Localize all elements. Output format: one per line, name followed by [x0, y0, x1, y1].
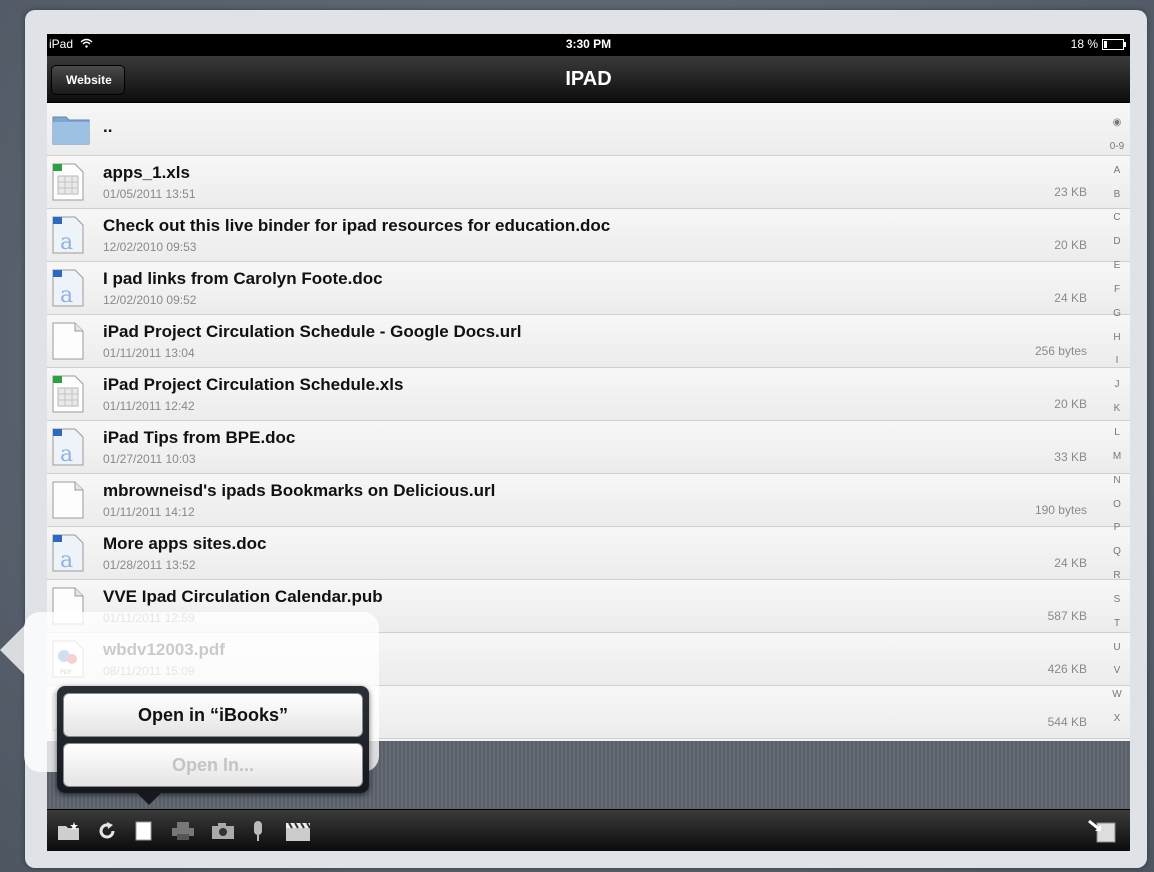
- file-size: 33 KB: [1054, 450, 1087, 464]
- file-size: 587 KB: [1047, 609, 1087, 623]
- page-title: IPAD: [565, 68, 612, 90]
- svg-text:a: a: [60, 283, 73, 307]
- index-letter[interactable]: E: [1104, 260, 1130, 271]
- file-date: 01/05/2011 13:51: [103, 187, 196, 201]
- clock: 3:30 PM: [565, 37, 612, 51]
- open-in-ibooks-button[interactable]: Open in “iBooks”: [63, 693, 363, 737]
- file-name: iPad Project Circulation Schedule - Goog…: [103, 322, 522, 341]
- index-letter[interactable]: O: [1104, 499, 1130, 510]
- index-letter[interactable]: V: [1104, 665, 1130, 676]
- index-letter[interactable]: S: [1104, 594, 1130, 605]
- index-letter[interactable]: U: [1104, 642, 1130, 653]
- file-name: apps_1.xls: [103, 163, 190, 182]
- file-row[interactable]: a iPad Tips from BPE.doc 01/27/2011 10:03 3…: [47, 421, 1130, 474]
- document-icon[interactable]: [135, 820, 153, 842]
- new-folder-icon[interactable]: [57, 820, 81, 842]
- file-name: iPad Project Circulation Schedule.xls: [103, 375, 404, 394]
- file-size: 190 bytes: [1034, 503, 1087, 517]
- index-letter[interactable]: X: [1104, 713, 1130, 724]
- file-row[interactable]: a I pad links from Carolyn Foote.doc 12/02…: [47, 262, 1130, 315]
- index-letter[interactable]: ◉: [1104, 117, 1130, 128]
- word-file-icon: a: [52, 269, 84, 308]
- index-letter[interactable]: I: [1104, 355, 1130, 366]
- battery-indicator: 18 %: [1070, 37, 1126, 51]
- file-size: 256 bytes: [1034, 344, 1087, 358]
- file-size: 20 KB: [1054, 238, 1087, 252]
- open-in-button[interactable]: Open In...: [63, 743, 363, 787]
- index-letter[interactable]: W: [1104, 689, 1130, 700]
- file-row[interactable]: a Check out this live binder for ipad res…: [47, 209, 1130, 262]
- refresh-icon[interactable]: [97, 820, 117, 842]
- file-name: More apps sites.doc: [103, 534, 267, 553]
- index-letter[interactable]: T: [1104, 618, 1130, 629]
- index-letter[interactable]: 0-9: [1104, 141, 1130, 152]
- battery-icon: [1102, 38, 1126, 50]
- file-name: I pad links from Carolyn Foote.doc: [103, 269, 383, 288]
- word-file-icon: a: [52, 216, 84, 255]
- folder-name: ..: [103, 117, 113, 136]
- file-row[interactable]: iPad Project Circulation Schedule.xls 01/…: [47, 368, 1130, 421]
- index-letter[interactable]: Q: [1104, 546, 1130, 557]
- word-file-icon: a: [52, 428, 84, 467]
- clapperboard-icon[interactable]: [285, 820, 311, 842]
- file-row[interactable]: apps_1.xls 01/05/2011 13:51 23 KB: [47, 156, 1130, 209]
- file-date: 12/02/2010 09:52: [103, 293, 197, 307]
- file-date: 01/11/2011 13:04: [103, 346, 195, 360]
- file-size: 24 KB: [1054, 556, 1087, 570]
- file-size: 24 KB: [1054, 291, 1087, 305]
- svg-text:a: a: [60, 442, 73, 466]
- file-date: 01/11/2011 12:42: [103, 399, 195, 413]
- index-letter[interactable]: G: [1104, 308, 1130, 319]
- index-letter[interactable]: A: [1104, 165, 1130, 176]
- microphone-icon[interactable]: [251, 820, 265, 842]
- alphabet-index[interactable]: ◉ 0-9 A B C D E F G H I J K L M N O P Q R S T U V W X: [1104, 103, 1130, 741]
- file-size: 544 KB: [1047, 715, 1087, 729]
- index-letter[interactable]: M: [1104, 451, 1130, 462]
- file-row[interactable]: mbrowneisd's ipads Bookmarks on Deliciou…: [47, 474, 1130, 527]
- status-bar: iPad 3:30 PM 18 %: [47, 34, 1130, 56]
- excel-file-icon: [52, 375, 84, 413]
- file-row[interactable]: a More apps sites.doc 01/28/2011 13:52 24 K…: [47, 527, 1130, 580]
- index-letter[interactable]: C: [1104, 212, 1130, 223]
- file-name: Check out this live binder for ipad reso…: [103, 216, 611, 235]
- file-date: 12/02/2010 09:53: [103, 240, 197, 254]
- camera-icon[interactable]: [211, 820, 235, 842]
- file-name: iPad Tips from BPE.doc: [103, 428, 296, 447]
- file-size: 426 KB: [1047, 662, 1087, 676]
- word-file-icon: a: [52, 534, 84, 573]
- index-letter[interactable]: R: [1104, 570, 1130, 581]
- blank-file-icon: [52, 322, 84, 360]
- parent-folder-row[interactable]: ..: [47, 103, 1130, 156]
- file-date: 01/28/2011 13:52: [103, 558, 196, 572]
- bottom-toolbar: [47, 809, 1130, 851]
- index-letter[interactable]: L: [1104, 427, 1130, 438]
- excel-file-icon: [52, 163, 84, 201]
- index-letter[interactable]: N: [1104, 475, 1130, 486]
- open-in-menu: Open in “iBooks” Open In...: [57, 686, 369, 805]
- svg-text:a: a: [60, 230, 73, 254]
- index-letter[interactable]: K: [1104, 403, 1130, 414]
- index-letter[interactable]: P: [1104, 522, 1130, 533]
- index-letter[interactable]: D: [1104, 236, 1130, 247]
- export-icon[interactable]: [1087, 819, 1117, 843]
- folder-icon: [52, 113, 90, 151]
- file-size: 20 KB: [1054, 397, 1087, 411]
- file-name: VVE Ipad Circulation Calendar.pub: [103, 587, 383, 606]
- printer-icon[interactable]: [171, 820, 195, 842]
- file-date: 01/27/2011 10:03: [103, 452, 196, 466]
- file-row[interactable]: iPad Project Circulation Schedule - Goog…: [47, 315, 1130, 368]
- file-size: 23 KB: [1054, 185, 1087, 199]
- blank-file-icon: [52, 481, 84, 519]
- index-letter[interactable]: H: [1104, 332, 1130, 343]
- svg-text:a: a: [60, 548, 73, 572]
- battery-percent: 18 %: [1070, 37, 1098, 51]
- file-name: mbrowneisd's ipads Bookmarks on Deliciou…: [103, 481, 496, 500]
- index-letter[interactable]: F: [1104, 284, 1130, 295]
- index-letter[interactable]: J: [1104, 379, 1130, 390]
- navigation-bar: Website IPAD: [47, 56, 1130, 103]
- popover-pointer: [0, 624, 26, 676]
- file-date: 01/11/2011 14:12: [103, 505, 195, 519]
- index-letter[interactable]: B: [1104, 189, 1130, 200]
